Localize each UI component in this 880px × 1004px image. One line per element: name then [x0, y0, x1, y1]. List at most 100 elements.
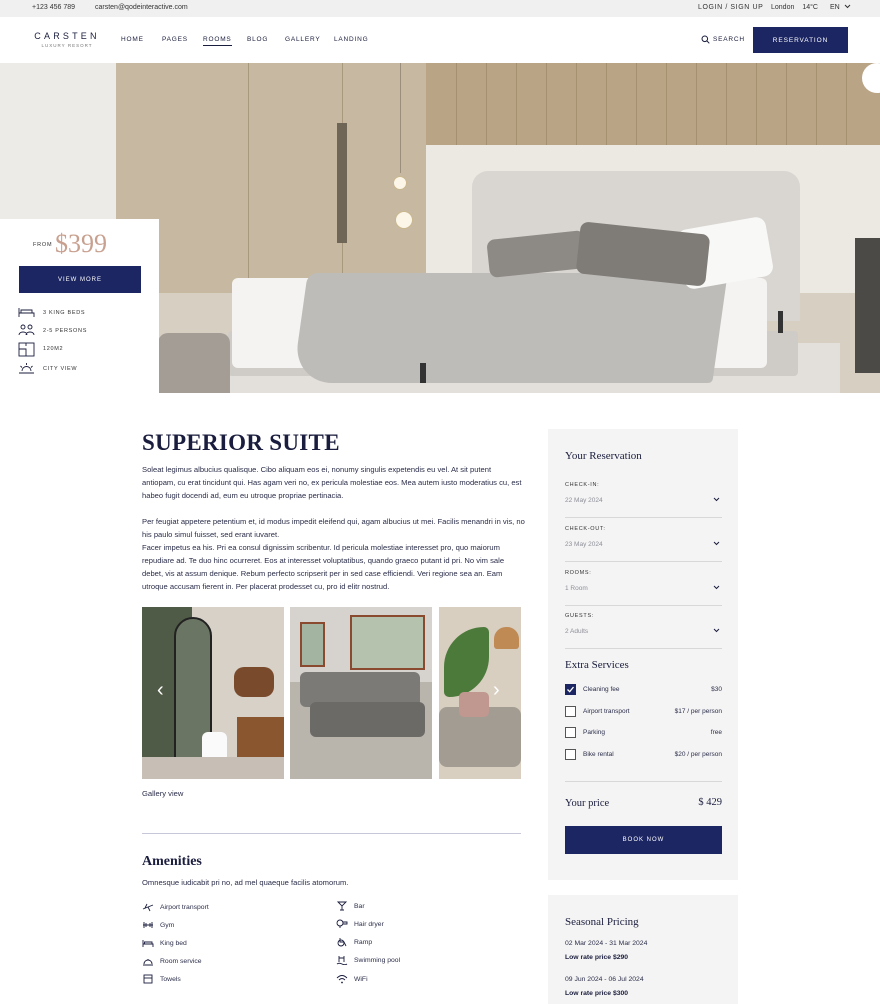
- phone-number[interactable]: +123 456 789: [32, 4, 75, 11]
- amenities-subtitle: Omnesque iudicabit pri no, ad mel quaequ…: [142, 878, 349, 887]
- service-parking[interactable]: Parking free: [565, 727, 722, 739]
- amenity-label: Ramp: [354, 939, 373, 946]
- feature-beds: 3 KING BEDS: [18, 306, 158, 320]
- nav-landing[interactable]: LANDING: [334, 36, 369, 43]
- amenity-label: King bed: [160, 940, 187, 947]
- feature-label: 3 KING BEDS: [43, 310, 86, 316]
- service-name: Cleaning fee: [583, 686, 620, 693]
- season-rate: Low rate price $290: [565, 954, 629, 961]
- wifi-icon: [336, 975, 348, 984]
- checkout-field[interactable]: CHECK-OUT: 23 May 2024: [565, 526, 722, 562]
- service-price: free: [710, 729, 722, 736]
- weather-widget: London 14°C: [771, 4, 818, 11]
- checkin-label: CHECK-IN:: [565, 482, 600, 488]
- amenities-title: Amenities: [142, 854, 202, 869]
- reservation-card: Your Reservation CHECK-IN: 22 May 2024 C…: [548, 429, 738, 880]
- amenity-label: Hair dryer: [354, 921, 384, 928]
- feature-label: CITY VIEW: [43, 366, 78, 372]
- chevron-down-icon: [844, 4, 851, 9]
- service-name: Airport transport: [583, 708, 630, 715]
- persons-icon: [18, 324, 35, 336]
- amenity-label: WiFi: [354, 976, 368, 983]
- room-service-icon: [143, 959, 153, 966]
- nav-pages[interactable]: PAGES: [162, 36, 188, 43]
- feature-persons: 2-5 PERSONS: [18, 324, 158, 338]
- gallery-caption: Gallery view: [142, 789, 184, 798]
- book-now-button[interactable]: BOOK NOW: [565, 826, 722, 854]
- hair-dryer-icon: [336, 919, 348, 928]
- service-price: $20 / per person: [674, 751, 722, 758]
- gallery-next-arrow[interactable]: ›: [493, 680, 500, 700]
- service-bike[interactable]: Bike rental $20 / per person: [565, 749, 722, 761]
- reservation-button[interactable]: RESERVATION: [753, 27, 848, 53]
- rooms-select[interactable]: ROOMS: 1 Room: [565, 570, 722, 606]
- logo-name: CARSTEN: [34, 31, 100, 41]
- checkin-value: 22 May 2024: [565, 497, 603, 504]
- nav-blog[interactable]: BLOG: [247, 36, 268, 43]
- language-label: EN: [830, 4, 840, 11]
- guests-value: 2 Adults: [565, 628, 589, 635]
- gallery-prev-arrow[interactable]: ‹: [157, 680, 164, 700]
- gallery-image-lounge[interactable]: [439, 607, 521, 779]
- service-checkbox[interactable]: [565, 749, 576, 760]
- feature-label: 120M2: [43, 346, 64, 352]
- login-signup-link[interactable]: LOGIN / SIGN UP: [698, 4, 763, 11]
- service-cleaning[interactable]: Cleaning fee $30: [565, 684, 722, 696]
- pool-icon: [336, 956, 348, 965]
- season-dates: 09 Jun 2024 - 06 Jul 2024: [565, 976, 644, 983]
- bed-icon: [142, 940, 154, 947]
- email-address[interactable]: carsten@qodeinteractive.com: [95, 4, 188, 11]
- feature-label: 2-5 PERSONS: [43, 328, 88, 334]
- your-price-label: Your price: [565, 798, 610, 809]
- chevron-down-icon: [713, 628, 720, 633]
- reservation-title: Your Reservation: [565, 450, 642, 462]
- service-checkbox[interactable]: [565, 684, 576, 695]
- guests-label: GUESTS:: [565, 613, 595, 619]
- service-name: Bike rental: [583, 751, 614, 758]
- extra-services-title: Extra Services: [565, 659, 629, 671]
- service-price: $30: [711, 686, 722, 693]
- room-description-3: Facer impetus ea his. Pri ea consul dign…: [142, 543, 505, 591]
- service-checkbox[interactable]: [565, 706, 576, 717]
- airplane-icon: [142, 903, 154, 912]
- service-checkbox[interactable]: [565, 727, 576, 738]
- cocktail-icon: [336, 901, 348, 911]
- guests-select[interactable]: GUESTS: 2 Adults: [565, 613, 722, 649]
- amenity-label: Bar: [354, 903, 365, 910]
- price-card: FROM $399 VIEW MORE 3 KING BEDS 2-5 PERS…: [0, 219, 159, 394]
- room-title: SUPERIOR SUITE: [142, 430, 340, 455]
- language-selector[interactable]: EN: [830, 4, 851, 11]
- floor-plan-icon: [18, 342, 35, 357]
- checkin-field[interactable]: CHECK-IN: 22 May 2024: [565, 482, 722, 518]
- dumbbell-icon: [143, 922, 153, 928]
- nav-rooms[interactable]: ROOMS: [203, 36, 232, 46]
- service-airport[interactable]: Airport transport $17 / per person: [565, 706, 722, 718]
- price-from-label: FROM: [33, 242, 53, 248]
- feature-size: 120M2: [18, 342, 158, 357]
- search-label: SEARCH: [713, 36, 745, 43]
- checkout-label: CHECK-OUT:: [565, 526, 606, 532]
- service-name: Parking: [583, 729, 606, 736]
- checkout-value: 23 May 2024: [565, 541, 603, 548]
- seasonal-title: Seasonal Pricing: [565, 916, 639, 928]
- rooms-label: ROOMS:: [565, 570, 592, 576]
- view-more-button[interactable]: VIEW MORE: [19, 266, 141, 293]
- top-info-bar: +123 456 789 carsten@qodeinteractive.com…: [0, 0, 880, 17]
- room-description-1: Soleat legimus albucius qualisque. Cibo …: [142, 465, 522, 500]
- chevron-down-icon: [713, 541, 720, 546]
- nav-gallery[interactable]: GALLERY: [285, 36, 320, 43]
- room-price: $399: [55, 229, 107, 258]
- nav-home[interactable]: HOME: [121, 36, 144, 43]
- logo[interactable]: CARSTEN LUXURY RESORT: [32, 31, 102, 48]
- bed-icon: [18, 308, 35, 317]
- sunrise-icon: [19, 363, 34, 374]
- search-icon: [701, 35, 710, 44]
- main-header: CARSTEN LUXURY RESORT HOME PAGES ROOMS B…: [0, 17, 880, 63]
- amenity-label: Swimming pool: [354, 957, 401, 964]
- logo-tagline: LUXURY RESORT: [41, 43, 93, 48]
- your-price-value: $ 429: [698, 797, 722, 808]
- amenity-label: Room service: [160, 958, 202, 965]
- amenity-label: Airport transport: [160, 904, 209, 911]
- chevron-down-icon: [713, 585, 720, 590]
- gallery-image-living[interactable]: [290, 607, 432, 779]
